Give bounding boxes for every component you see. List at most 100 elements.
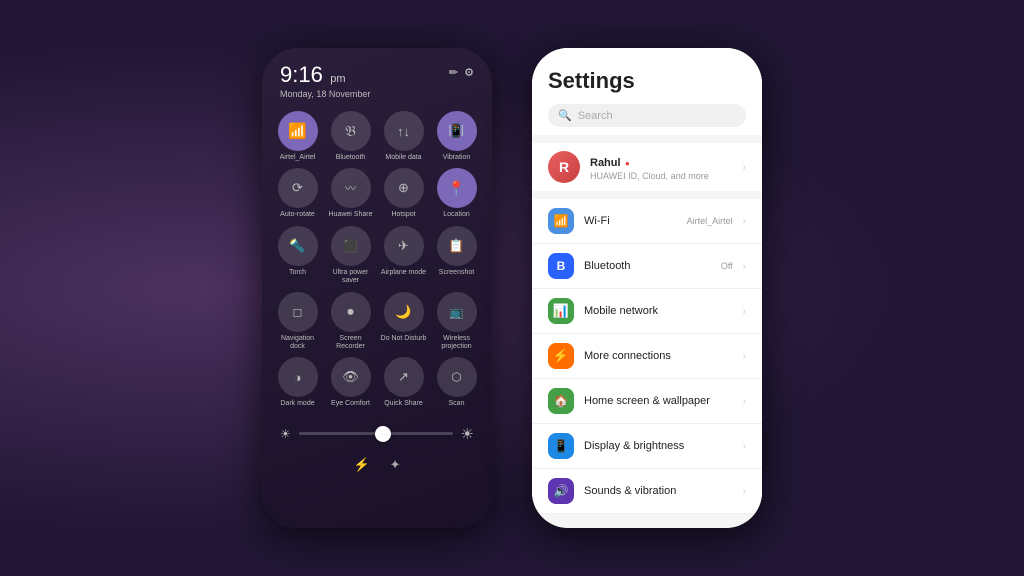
autorotate-icon: ⟳ <box>292 180 303 196</box>
home-item-text: Home screen & wallpaper <box>584 395 733 407</box>
scan-icon: ⬡ <box>451 370 461 384</box>
torch-btn[interactable]: 🔦 <box>278 226 318 266</box>
control-torch[interactable]: 🔦 Torch <box>274 226 321 286</box>
wireless-proj-icon: 📺 <box>449 305 464 319</box>
settings-item-home-screen[interactable]: 🏠 Home screen & wallpaper › <box>532 379 762 424</box>
mobile-data-label: Mobile data <box>385 154 421 162</box>
bluetooth-icon: 𝔅 <box>345 123 356 140</box>
control-airplane[interactable]: ✈ Airplane mode <box>380 226 427 286</box>
display-item-label: Display & brightness <box>584 440 733 452</box>
wifi-btn[interactable]: 📶 <box>278 111 318 151</box>
nav-dock-icon: ◻ <box>293 305 303 319</box>
control-hotspot[interactable]: ⊕ Hotspot <box>380 168 427 219</box>
status-icons: ✏ ⚙ <box>449 66 474 79</box>
location-btn[interactable]: 📍 <box>437 168 477 208</box>
settings-item-wifi[interactable]: 📶 Wi-Fi Airtel_Airtel › <box>532 199 762 244</box>
huawei-share-btn[interactable]: 〰 <box>331 168 371 208</box>
autorotate-btn[interactable]: ⟳ <box>278 168 318 208</box>
profile-name-text: Rahul <box>590 157 621 169</box>
settings-item-bluetooth[interactable]: B Bluetooth Off › <box>532 244 762 289</box>
search-icon: 🔍 <box>558 109 572 122</box>
control-nav-dock[interactable]: ◻ Navigation dock <box>274 292 321 352</box>
eye-comfort-btn[interactable]: 👁 <box>331 357 371 397</box>
ultra-power-btn[interactable]: ⬛ <box>331 226 371 266</box>
screen-recorder-btn[interactable]: ⏺ <box>331 292 371 332</box>
mobile-data-btn[interactable]: ↑↓ <box>384 111 424 151</box>
settings-title: Settings <box>548 68 746 94</box>
screen-recorder-icon: ⏺ <box>347 304 354 320</box>
control-grid: 📶 Airtel_Airtel 𝔅 Bluetooth ↑↓ Mobile da… <box>262 103 492 417</box>
settings-list: 📶 Wi-Fi Airtel_Airtel › B Bluetooth O <box>532 199 762 514</box>
eye-comfort-label: Eye Comfort <box>331 400 370 408</box>
settings-item-display[interactable]: 📱 Display & brightness › <box>532 424 762 469</box>
vibration-icon: 📳 <box>448 123 464 139</box>
dnd-icon: 🌙 <box>395 304 411 320</box>
bt-chevron-icon: › <box>743 261 746 272</box>
search-bar[interactable]: 🔍 Search <box>548 104 746 127</box>
flash-icon: ⚡ <box>353 457 369 473</box>
hotspot-icon: ⊕ <box>398 180 409 196</box>
control-scan[interactable]: ⬡ Scan <box>433 357 480 408</box>
right-phone-screen: Settings 🔍 Search R Rahul ● HUAWEI ID, C… <box>532 48 762 528</box>
dnd-label: Do Not Disturb <box>381 335 427 343</box>
brightness-track[interactable] <box>299 432 453 435</box>
control-ultra-power[interactable]: ⬛ Ultra power saver <box>327 226 374 286</box>
wifi-icon-wrap: 📶 <box>548 208 574 234</box>
control-bluetooth[interactable]: 𝔅 Bluetooth <box>327 111 374 162</box>
control-screenshot[interactable]: 📋 Screenshot <box>433 226 480 286</box>
dnd-btn[interactable]: 🌙 <box>384 292 424 332</box>
wireless-proj-btn[interactable]: 📺 <box>437 292 477 332</box>
settings-header: Settings 🔍 Search <box>532 48 762 135</box>
control-quick-share[interactable]: ↗ Quick Share <box>380 357 427 408</box>
location-label: Location <box>443 211 469 219</box>
bt-icon-wrap: B <box>548 253 574 279</box>
brightness-thumb[interactable] <box>375 426 391 442</box>
control-location[interactable]: 📍 Location <box>433 168 480 219</box>
settings-item-sounds[interactable]: 🔊 Sounds & vibration › <box>532 469 762 514</box>
torch-icon: 🔦 <box>289 238 305 254</box>
dark-mode-btn[interactable]: ◑ <box>278 357 318 397</box>
home-settings-icon: 🏠 <box>554 394 569 408</box>
dark-mode-label: Dark mode <box>280 400 314 408</box>
control-autorotate[interactable]: ⟳ Auto-rotate <box>274 168 321 219</box>
control-huawei-share[interactable]: 〰 Huawei Share <box>327 168 374 219</box>
wifi-icon: 📶 <box>288 122 307 140</box>
time-block: 9:16 pm Monday, 18 November <box>280 62 370 99</box>
settings-icon[interactable]: ⚙ <box>464 66 474 79</box>
bt-item-label: Bluetooth <box>584 260 711 272</box>
hotspot-btn[interactable]: ⊕ <box>384 168 424 208</box>
quick-share-btn[interactable]: ↗ <box>384 357 424 397</box>
date-value: Monday, 18 November <box>280 89 370 99</box>
settings-item-mobile-network[interactable]: 📊 Mobile network › <box>532 289 762 334</box>
phone-bottom-bar: ⚡ ✦ <box>262 451 492 479</box>
control-mobile-data[interactable]: ↑↓ Mobile data <box>380 111 427 162</box>
mobile-network-chevron-icon: › <box>743 306 746 317</box>
ampm-value: pm <box>330 73 345 85</box>
time-value: 9:16 <box>280 62 323 87</box>
wifi-chevron-icon: › <box>743 216 746 227</box>
control-dark-mode[interactable]: ◑ Dark mode <box>274 357 321 408</box>
vibration-btn[interactable]: 📳 <box>437 111 477 151</box>
scan-btn[interactable]: ⬡ <box>437 357 477 397</box>
sound-icon-wrap: 🔊 <box>548 478 574 504</box>
airplane-btn[interactable]: ✈ <box>384 226 424 266</box>
bluetooth-btn[interactable]: 𝔅 <box>331 111 371 151</box>
control-screen-recorder[interactable]: ⏺ Screen Recorder <box>327 292 374 352</box>
user-avatar: R <box>548 151 580 183</box>
wifi-label: Airtel_Airtel <box>280 154 316 162</box>
control-wireless-proj[interactable]: 📺 Wireless projection <box>433 292 480 352</box>
nav-dock-btn[interactable]: ◻ <box>278 292 318 332</box>
control-wifi[interactable]: 📶 Airtel_Airtel <box>274 111 321 162</box>
control-eye-comfort[interactable]: 👁 Eye Comfort <box>327 357 374 408</box>
settings-item-more-connections[interactable]: ⚡ More connections › <box>532 334 762 379</box>
screenshot-icon: 📋 <box>448 238 464 254</box>
profile-row[interactable]: R Rahul ● HUAWEI ID, Cloud, and more › <box>532 143 762 191</box>
torch-label: Torch <box>289 269 306 277</box>
screenshot-btn[interactable]: 📋 <box>437 226 477 266</box>
control-vibration[interactable]: 📳 Vibration <box>433 111 480 162</box>
control-dnd[interactable]: 🌙 Do Not Disturb <box>380 292 427 352</box>
left-phone-screen: 9:16 pm Monday, 18 November ✏ ⚙ 📶 Airtel… <box>262 48 492 528</box>
sound-settings-icon: 🔊 <box>554 484 569 498</box>
airplane-label: Airplane mode <box>381 269 426 277</box>
display-icon-wrap: 📱 <box>548 433 574 459</box>
